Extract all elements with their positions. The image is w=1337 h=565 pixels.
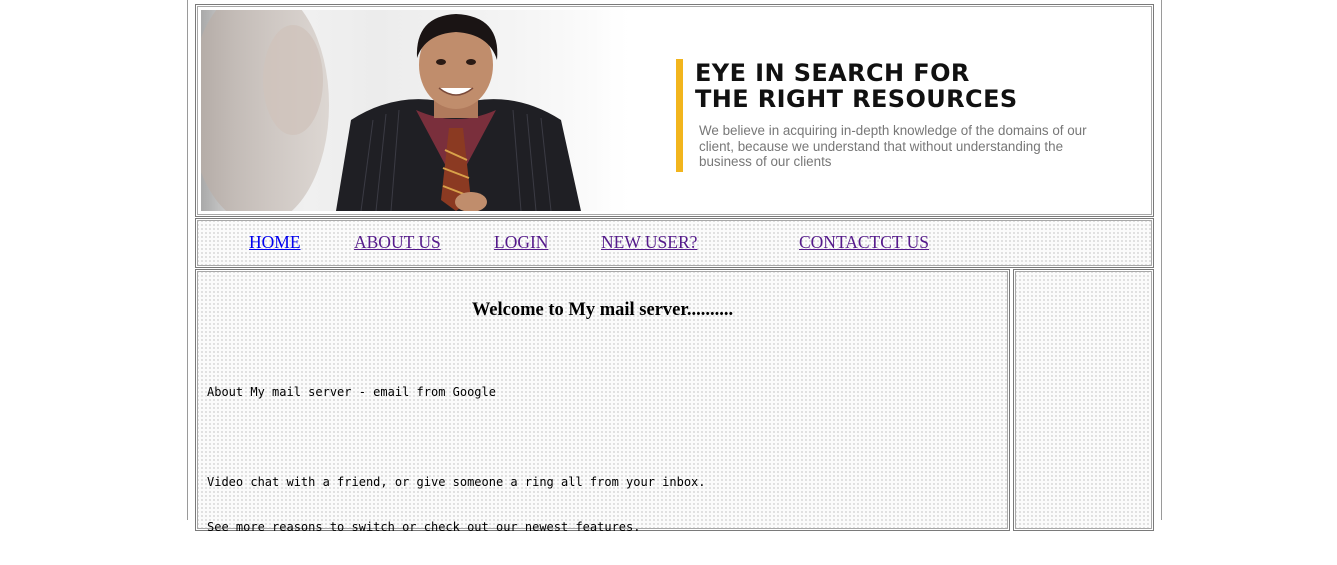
nav-contact-link[interactable]: CONTACTCT US (799, 232, 929, 253)
banner-photo (201, 10, 641, 211)
main-content: Welcome to My mail server.......... Abou… (195, 269, 1010, 534)
main-body-text: About My mail server - email from Google… (207, 355, 706, 565)
nav-login-link[interactable]: LOGIN (494, 232, 548, 253)
nav-bar: HOME ABOUT US LOGIN NEW USER? CONTACTCT … (195, 218, 1154, 268)
about-line: About My mail server - email from Google (207, 385, 496, 399)
nav-about-link[interactable]: ABOUT US (354, 232, 441, 253)
sidebar (1013, 269, 1154, 531)
banner-headline-line2: THE RIGHT RESOURCES (695, 85, 1018, 113)
nav-new-user-link[interactable]: NEW USER? (601, 232, 697, 253)
page-container: EYE IN SEARCH FOR THE RIGHT RESOURCES We… (187, 0, 1162, 534)
welcome-heading: Welcome to My mail server.......... (471, 300, 734, 320)
video-chat-line: Video chat with a friend, or give someon… (207, 475, 706, 489)
nav-home-link[interactable]: HOME (249, 232, 301, 253)
reasons-line: See more reasons to switch or check out … (207, 520, 641, 534)
accent-bar (676, 59, 683, 172)
banner-headline-line1: EYE IN SEARCH FOR (695, 59, 970, 87)
banner: EYE IN SEARCH FOR THE RIGHT RESOURCES We… (201, 10, 1148, 211)
banner-frame: EYE IN SEARCH FOR THE RIGHT RESOURCES We… (195, 4, 1154, 217)
banner-subtext: We believe in acquiring in-depth knowled… (699, 123, 1087, 169)
banner-headline: EYE IN SEARCH FOR THE RIGHT RESOURCES (695, 60, 1145, 112)
